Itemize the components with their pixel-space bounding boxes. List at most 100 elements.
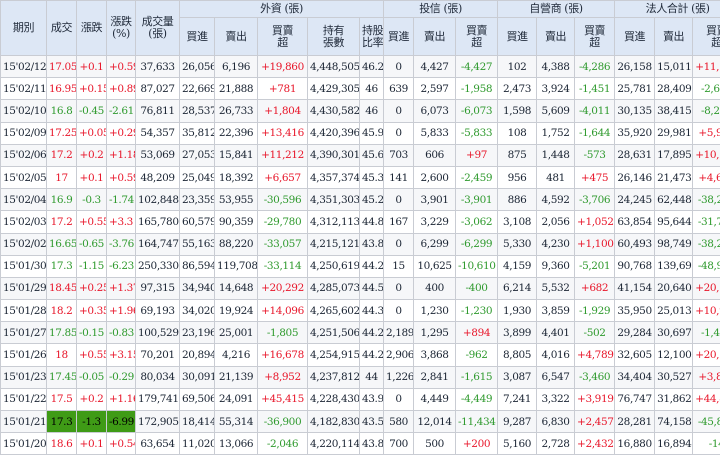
cell-change: +0.55 bbox=[77, 211, 107, 233]
cell-close: 17.85 bbox=[47, 322, 77, 344]
cell-total-net: +4,673 bbox=[693, 166, 720, 188]
cell-trust-sell: 3,229 bbox=[414, 211, 456, 233]
cell-total-net: -14 bbox=[693, 433, 720, 455]
cell-foreign-holdings: 4,448,505 bbox=[308, 56, 360, 78]
cell-total-buy: 24,245 bbox=[615, 189, 655, 211]
cell-total-sell: 98,749 bbox=[655, 233, 693, 255]
cell-total-buy: 35,920 bbox=[615, 122, 655, 144]
cell-foreign-net: +781 bbox=[258, 78, 308, 100]
cell-foreign-net: -33,114 bbox=[258, 255, 308, 277]
cell-trust-net: +200 bbox=[456, 433, 498, 455]
cell-foreign-ratio: 44.2 bbox=[360, 255, 384, 277]
cell-foreign-net: +8,952 bbox=[258, 366, 308, 388]
cell-foreign-sell: 55,314 bbox=[215, 411, 258, 433]
cell-dealer-sell: 2,728 bbox=[537, 433, 575, 455]
cell-foreign-net: -30,596 bbox=[258, 189, 308, 211]
cell-foreign-net: +1,804 bbox=[258, 100, 308, 122]
cell-trust-buy: 0 bbox=[384, 277, 414, 299]
cell-dealer-buy: 6,214 bbox=[498, 277, 537, 299]
cell-close: 17.45 bbox=[47, 366, 77, 388]
cell-trust-buy: 0 bbox=[384, 233, 414, 255]
cell-trust-buy: 1,226 bbox=[384, 366, 414, 388]
cell-total-buy: 16,880 bbox=[615, 433, 655, 455]
cell-foreign-sell: 4,216 bbox=[215, 344, 258, 366]
table-row: 15'02/1217.05+0.1+0.5937,63326,0566,196+… bbox=[1, 56, 720, 78]
cell-foreign-buy: 23,196 bbox=[180, 322, 215, 344]
cell-dealer-buy: 9,287 bbox=[498, 411, 537, 433]
cell-total-net: +11,147 bbox=[693, 56, 720, 78]
cell-foreign-ratio: 45.6 bbox=[360, 144, 384, 166]
cell-foreign-net: +16,678 bbox=[258, 344, 308, 366]
cell-dealer-sell: 3,859 bbox=[537, 300, 575, 322]
cell-volume: 80,034 bbox=[136, 366, 180, 388]
cell-change-pct: -0.83 bbox=[107, 322, 136, 344]
cell-foreign-ratio: 44.5 bbox=[360, 277, 384, 299]
cell-foreign-net: -36,900 bbox=[258, 411, 308, 433]
cell-foreign-sell: 53,955 bbox=[215, 189, 258, 211]
cell-trust-sell: 400 bbox=[414, 277, 456, 299]
cell-total-net: +20,505 bbox=[693, 344, 720, 366]
cell-foreign-buy: 86,594 bbox=[180, 255, 215, 277]
cell-dealer-buy: 886 bbox=[498, 189, 537, 211]
cell-date: 15'01/23 bbox=[1, 366, 47, 388]
cell-dealer-buy: 108 bbox=[498, 122, 537, 144]
cell-close: 16.8 bbox=[47, 100, 77, 122]
cell-date: 15'01/20 bbox=[1, 433, 47, 455]
cell-foreign-ratio: 46.2 bbox=[360, 56, 384, 78]
cell-dealer-buy: 8,805 bbox=[498, 344, 537, 366]
cell-total-buy: 26,146 bbox=[615, 166, 655, 188]
cell-date: 15'02/06 bbox=[1, 144, 47, 166]
cell-volume: 53,069 bbox=[136, 144, 180, 166]
cell-change-pct: +0.29 bbox=[107, 122, 136, 144]
cell-foreign-buy: 34,940 bbox=[180, 277, 215, 299]
cell-close: 17.3 bbox=[47, 255, 77, 277]
cell-trust-buy: 700 bbox=[384, 433, 414, 455]
cell-dealer-sell: 6,547 bbox=[537, 366, 575, 388]
cell-close: 16.65 bbox=[47, 233, 77, 255]
cell-total-buy: 25,781 bbox=[615, 78, 655, 100]
cell-trust-buy: 0 bbox=[384, 56, 414, 78]
cell-close: 18.6 bbox=[47, 433, 77, 455]
cell-close: 18.2 bbox=[47, 300, 77, 322]
cell-foreign-buy: 34,020 bbox=[180, 300, 215, 322]
cell-foreign-sell: 22,396 bbox=[215, 122, 258, 144]
cell-foreign-holdings: 4,429,305 bbox=[308, 78, 360, 100]
cell-dealer-net: +2,457 bbox=[575, 411, 615, 433]
cell-total-sell: 29,981 bbox=[655, 122, 693, 144]
cell-total-buy: 63,854 bbox=[615, 211, 655, 233]
cell-date: 15'01/22 bbox=[1, 388, 47, 410]
cell-date: 15'02/02 bbox=[1, 233, 47, 255]
cell-foreign-ratio: 43.9 bbox=[360, 388, 384, 410]
cell-foreign-sell: 14,648 bbox=[215, 277, 258, 299]
cell-dealer-net: -4,011 bbox=[575, 100, 615, 122]
cell-total-buy: 76,747 bbox=[615, 388, 655, 410]
cell-change-pct: +0.89 bbox=[107, 78, 136, 100]
cell-foreign-buy: 22,669 bbox=[180, 78, 215, 100]
cell-foreign-net: +20,292 bbox=[258, 277, 308, 299]
cell-trust-sell: 5,833 bbox=[414, 122, 456, 144]
cell-foreign-net: +13,416 bbox=[258, 122, 308, 144]
cell-dealer-sell: 9,360 bbox=[537, 255, 575, 277]
cell-trust-buy: 0 bbox=[384, 388, 414, 410]
cell-total-net: +44,885 bbox=[693, 388, 720, 410]
cell-change: +0.1 bbox=[77, 433, 107, 455]
cell-close: 18 bbox=[47, 344, 77, 366]
cell-total-sell: 38,415 bbox=[655, 100, 693, 122]
header-foreign-group: 外資 (張) bbox=[180, 1, 384, 18]
cell-change: +0.1 bbox=[77, 56, 107, 78]
cell-close: 17.5 bbox=[47, 388, 77, 410]
cell-trust-sell: 2,841 bbox=[414, 366, 456, 388]
cell-foreign-net: -2,046 bbox=[258, 433, 308, 455]
cell-trust-net: -962 bbox=[456, 344, 498, 366]
table-body: 15'02/1217.05+0.1+0.5937,63326,0566,196+… bbox=[1, 56, 720, 455]
table-row: 15'01/2217.5+0.2+1.16179,74169,50624,091… bbox=[1, 388, 720, 410]
cell-dealer-buy: 1,598 bbox=[498, 100, 537, 122]
cell-dealer-buy: 3,087 bbox=[498, 366, 537, 388]
cell-volume: 250,330 bbox=[136, 255, 180, 277]
cell-close: 18.45 bbox=[47, 277, 77, 299]
cell-foreign-buy: 60,579 bbox=[180, 211, 215, 233]
cell-total-sell: 28,409 bbox=[655, 78, 693, 100]
cell-foreign-holdings: 4,237,812 bbox=[308, 366, 360, 388]
cell-volume: 54,357 bbox=[136, 122, 180, 144]
cell-total-sell: 12,100 bbox=[655, 344, 693, 366]
